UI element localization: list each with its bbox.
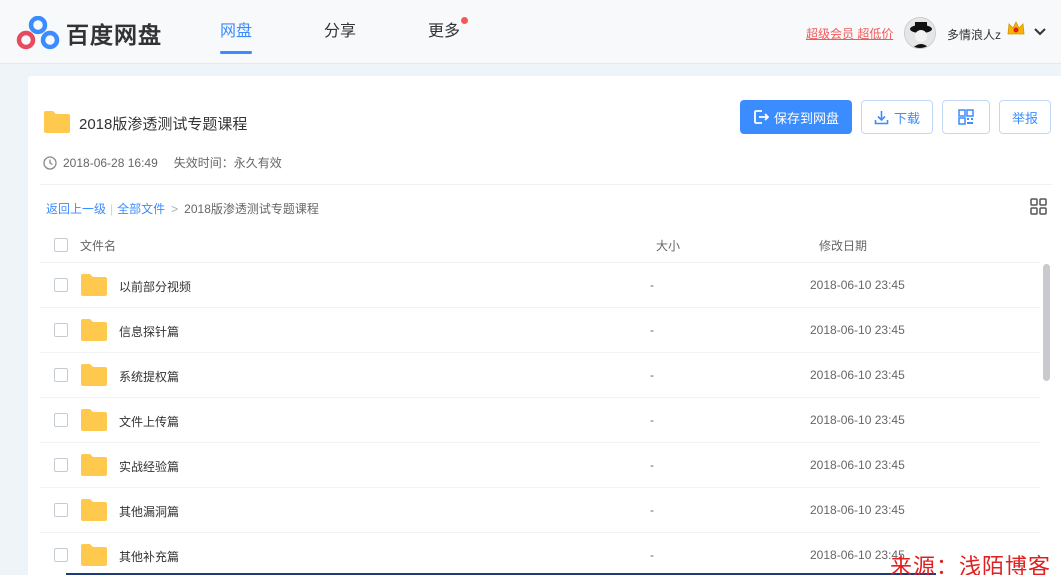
chevron-down-icon[interactable] [1034,27,1046,37]
file-date: 2018-06-10 23:45 [810,458,905,472]
file-row[interactable]: 实战经验篇 - 2018-06-10 23:45 [40,443,1040,488]
column-header-size[interactable]: 大小 [656,237,680,254]
file-name[interactable]: 其他补充篇 [119,548,179,565]
file-date: 2018-06-10 23:45 [810,368,905,382]
file-size: - [650,413,654,427]
breadcrumb-separator: | [110,201,114,216]
file-list-header: 文件名 大小 修改日期 [40,226,1040,263]
download-icon [874,110,889,124]
file-date: 2018-06-10 23:45 [810,503,905,517]
share-meta: 2018-06-28 16:49 失效时间：永久有效 [43,154,282,171]
share-title: 2018版渗透测试专题课程 [79,116,248,133]
folder-icon [81,274,107,296]
row-checkbox[interactable] [54,503,68,517]
download-button-label: 下载 [893,110,920,126]
file-row[interactable]: 其他漏洞篇 - 2018-06-10 23:45 [40,488,1040,533]
save-to-netdisk-button[interactable]: 保存到网盘 [740,100,852,134]
nav-label: 更多 [428,23,461,40]
share-panel: 2018版渗透测试专题课程 2018-06-28 16:49 失效时间：永久有效… [28,76,1061,575]
source-watermark: 来源：浅陌博客 [890,555,1052,575]
file-name[interactable]: 系统提权篇 [119,368,179,385]
file-name[interactable]: 文件上传篇 [119,413,179,430]
row-checkbox[interactable] [54,548,68,562]
column-header-name[interactable]: 文件名 [80,237,116,254]
row-checkbox[interactable] [54,368,68,382]
qrcode-icon [958,109,974,125]
nav-label: 网盘 [220,23,253,40]
breadcrumb-current: 2018版渗透测试专题课程 [184,202,319,216]
folder-icon [81,364,107,386]
vip-promo-link[interactable]: 超级会员 超低价 [806,25,893,42]
share-created-time: 2018-06-28 16:49 [63,155,158,170]
file-size: - [650,548,654,562]
crown-icon [1007,21,1025,35]
clock-icon [43,155,57,170]
scrollbar[interactable] [1043,264,1050,381]
folder-icon [44,111,70,133]
baidu-logo-icon [16,16,60,50]
notification-dot [461,17,469,24]
file-name[interactable]: 信息探针篇 [119,323,179,340]
top-header: 百度网盘 网盘 分享 更多 超级会员 超低价 多情浪人z [0,0,1061,64]
select-all-checkbox[interactable] [54,238,68,252]
file-size: - [650,278,654,292]
file-name[interactable]: 实战经验篇 [119,458,179,475]
file-row[interactable]: 文件上传篇 - 2018-06-10 23:45 [40,398,1040,443]
nav-item-share[interactable]: 分享 [310,0,370,64]
file-list: 以前部分视频 - 2018-06-10 23:45 信息探针篇 - 2018-0… [40,263,1040,575]
row-checkbox[interactable] [54,413,68,427]
file-size: - [650,503,654,517]
folder-icon [81,409,107,431]
logo[interactable]: 百度网盘 [16,16,162,50]
file-date: 2018-06-10 23:45 [810,323,905,337]
file-size: - [650,368,654,382]
file-row[interactable]: 信息探针篇 - 2018-06-10 23:45 [40,308,1040,353]
file-size: - [650,323,654,337]
folder-icon [81,544,107,566]
breadcrumb-back-link[interactable]: 返回上一级 [46,200,106,217]
breadcrumb-arrow: > [171,201,179,216]
report-button-label: 举报 [1011,110,1038,126]
report-button[interactable]: 举报 [999,100,1051,134]
folder-icon [81,454,107,476]
qrcode-button[interactable] [942,100,990,134]
save-button-label: 保存到网盘 [773,110,839,126]
column-header-date[interactable]: 修改日期 [819,237,867,254]
folder-icon [81,499,107,521]
avatar-image [905,18,935,48]
file-size: - [650,458,654,472]
divider [40,184,1052,185]
share-expire-text: 失效时间：永久有效 [173,156,282,170]
save-icon [754,110,769,124]
file-row[interactable]: 以前部分视频 - 2018-06-10 23:45 [40,263,1040,308]
row-checkbox[interactable] [54,323,68,337]
grid-view-icon[interactable] [1030,198,1047,215]
row-checkbox[interactable] [54,278,68,292]
file-name[interactable]: 其他漏洞篇 [119,503,179,520]
file-row[interactable]: 系统提权篇 - 2018-06-10 23:45 [40,353,1040,398]
file-name[interactable]: 以前部分视频 [119,278,191,295]
download-button[interactable]: 下载 [861,100,933,134]
nav-item-netdisk[interactable]: 网盘 [206,0,266,64]
avatar[interactable] [904,17,936,49]
main-nav: 网盘 分享 更多 [206,0,518,64]
nav-item-more[interactable]: 更多 [414,0,474,64]
file-date: 2018-06-10 23:45 [810,278,905,292]
breadcrumb: 返回上一级 | 全部文件 > 2018版渗透测试专题课程 [46,200,319,217]
folder-icon [81,319,107,341]
username[interactable]: 多情浪人z [947,26,1001,43]
row-checkbox[interactable] [54,458,68,472]
file-date: 2018-06-10 23:45 [810,413,905,427]
nav-label: 分享 [324,23,357,40]
logo-text: 百度网盘 [66,22,162,48]
breadcrumb-all-files-link[interactable]: 全部文件 [117,200,165,217]
